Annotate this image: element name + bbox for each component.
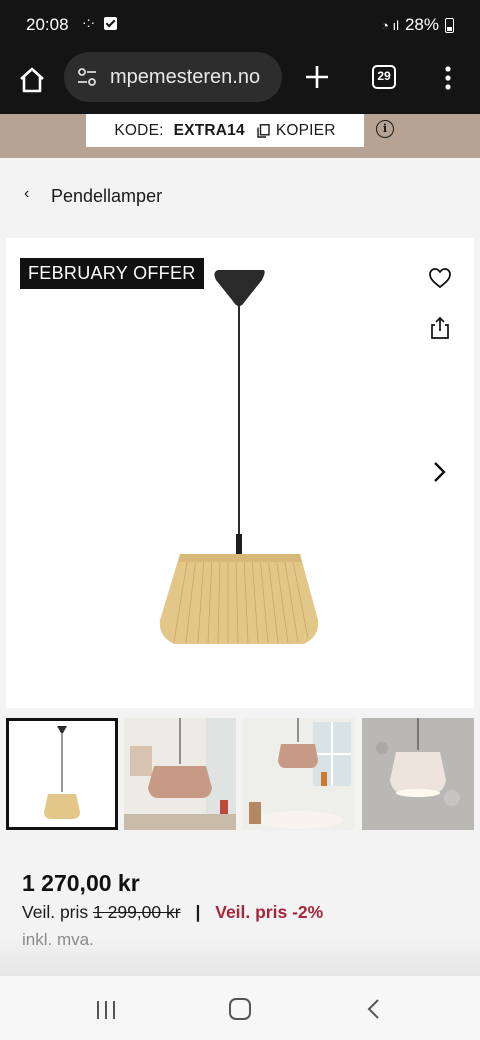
tune-icon[interactable] bbox=[76, 66, 98, 88]
promo-code-label: KODE: bbox=[114, 121, 164, 139]
thumbnail-concrete-image bbox=[362, 718, 474, 830]
pendant-lamp-image bbox=[159, 270, 319, 644]
product-gallery: FEBRUARY OFFER bbox=[6, 238, 474, 708]
info-icon[interactable]: i bbox=[376, 120, 394, 138]
nav-back-icon[interactable] bbox=[366, 998, 380, 1020]
browser-toolbar: mpemesteren.no 29 bbox=[0, 52, 480, 114]
plus-icon[interactable] bbox=[302, 62, 332, 92]
status-time: 20:08 bbox=[26, 15, 69, 34]
thumbnail-2[interactable] bbox=[124, 718, 236, 830]
rrp-line: Veil. pris 1 299,00 kr | Veil. pris -2% bbox=[22, 902, 323, 923]
battery-icon bbox=[445, 17, 454, 33]
thumbnail-4[interactable] bbox=[362, 718, 474, 830]
promo-banner: KODE: EXTRA14 KOPIER i bbox=[0, 114, 480, 158]
thumbnail-3[interactable] bbox=[243, 718, 355, 830]
heart-icon[interactable] bbox=[428, 266, 452, 290]
thumbnail-1[interactable] bbox=[6, 718, 118, 830]
thumbnail-dining-image bbox=[243, 718, 355, 830]
breadcrumb[interactable]: ‹ Pendellamper bbox=[0, 178, 480, 214]
chevron-right-icon[interactable] bbox=[430, 460, 448, 484]
home-icon[interactable] bbox=[16, 64, 48, 96]
battery-percent: 28% bbox=[404, 15, 439, 34]
copy-label[interactable]: KOPIER bbox=[276, 122, 336, 140]
address-bar[interactable]: mpemesteren.no bbox=[64, 52, 282, 102]
check-notification-icon bbox=[104, 17, 117, 30]
system-nav-bar bbox=[0, 976, 480, 1040]
product-price: 1 270,00 kr bbox=[22, 870, 140, 896]
promo-code-box[interactable]: KODE: EXTRA14 KOPIER bbox=[86, 114, 364, 147]
thumbnail-lamp-image bbox=[44, 726, 80, 819]
nav-home-icon[interactable] bbox=[229, 998, 251, 1020]
vat-note: inkl. mva. bbox=[22, 930, 94, 949]
price-separator: | bbox=[195, 902, 201, 922]
price-section: 1 270,00 kr Veil. pris 1 299,00 kr | Vei… bbox=[0, 840, 480, 976]
rrp-label: Veil. pris bbox=[22, 902, 89, 922]
discount-label: Veil. pris -2% bbox=[215, 902, 324, 922]
more-vert-icon[interactable] bbox=[438, 64, 458, 92]
thumbnail-strip bbox=[6, 718, 474, 832]
copy-icon[interactable] bbox=[257, 123, 270, 138]
status-right: ◔ ıl 28% bbox=[381, 15, 454, 35]
notification-dots-icon: ·:· bbox=[82, 14, 96, 30]
breadcrumb-label[interactable]: Pendellamper bbox=[51, 186, 162, 207]
recent-apps-icon[interactable] bbox=[95, 1000, 117, 1020]
share-icon[interactable] bbox=[429, 316, 451, 340]
url-text: mpemesteren.no bbox=[110, 66, 261, 88]
status-bar: 20:08 ·:· ◔ ıl 28% bbox=[0, 0, 480, 52]
chevron-left-icon[interactable]: ‹ bbox=[24, 185, 29, 203]
thumbnail-room-image bbox=[124, 718, 236, 830]
promo-code: EXTRA14 bbox=[173, 121, 245, 139]
rrp-value: 1 299,00 kr bbox=[93, 902, 181, 922]
wifi-signal-icon: ◔ ıl bbox=[381, 17, 399, 33]
tabs-icon[interactable]: 29 bbox=[372, 65, 396, 89]
